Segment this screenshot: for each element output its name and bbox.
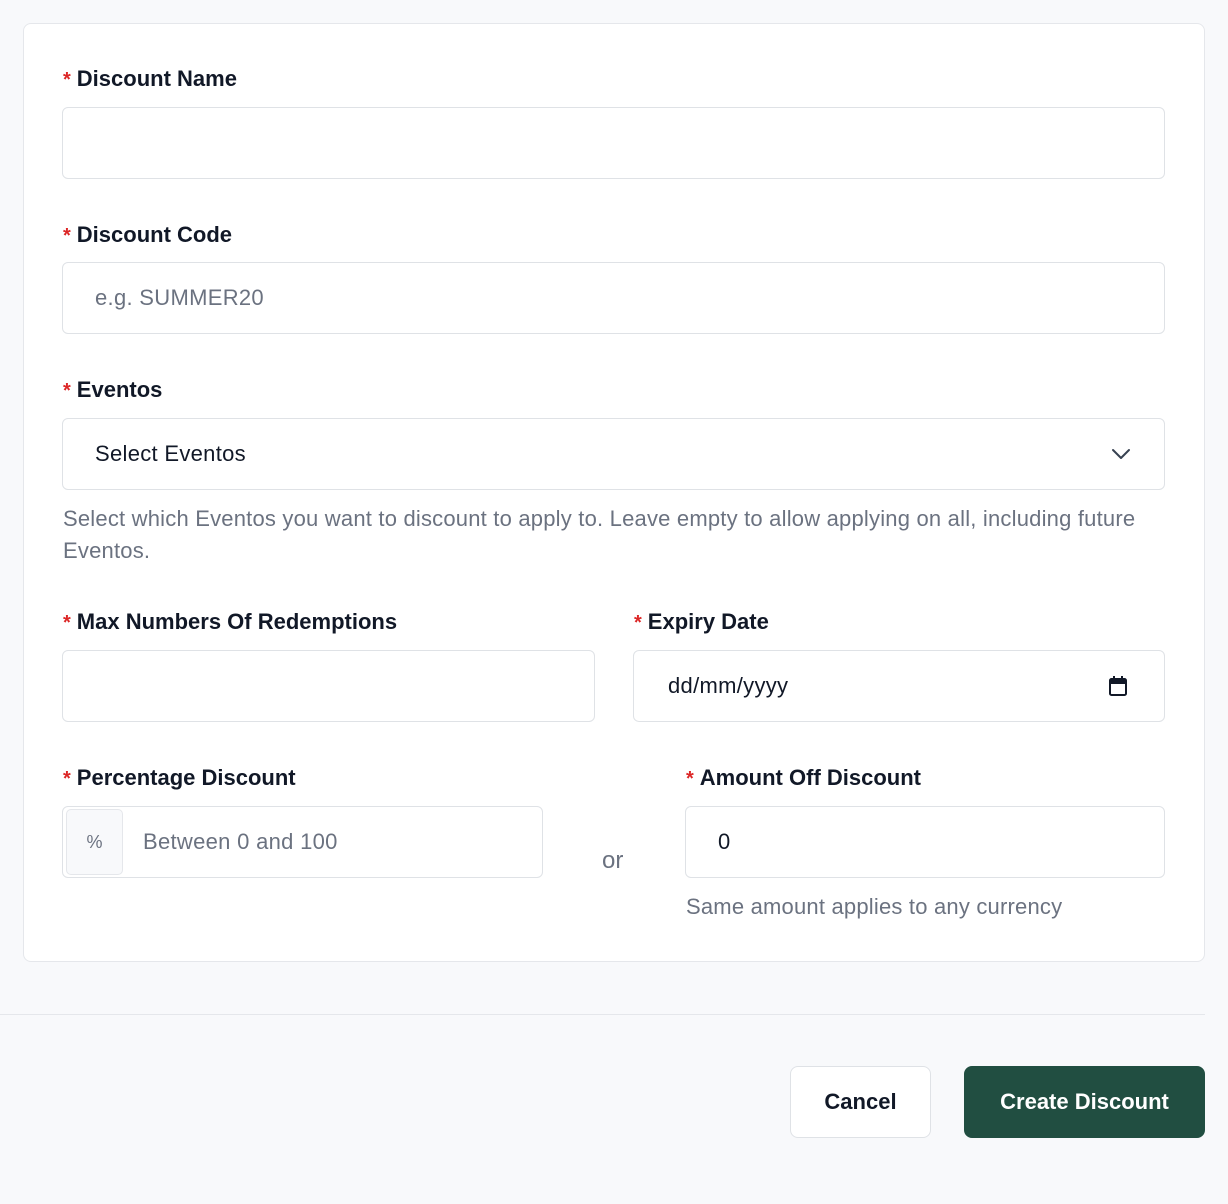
eventos-label: * Eventos <box>63 375 162 405</box>
percentage-discount-input[interactable] <box>123 807 542 877</box>
eventos-help-text: Select which Eventos you want to discoun… <box>63 506 1136 563</box>
expiry-date-label: * Expiry Date <box>634 607 769 637</box>
amount-off-field: * Amount Off Discount <box>686 763 921 793</box>
amount-off-help-text: Same amount applies to any currency <box>686 894 1063 919</box>
eventos-select[interactable]: Select Eventos <box>62 418 1165 490</box>
max-redemptions-input-wrap <box>62 650 595 722</box>
footer-divider <box>0 1014 1205 1015</box>
required-mark: * <box>63 612 71 634</box>
cancel-button[interactable]: Cancel <box>790 1066 931 1138</box>
percent-addon: % <box>66 809 123 875</box>
percent-icon: % <box>86 831 103 852</box>
required-mark: * <box>63 768 71 790</box>
discount-code-label: * Discount Code <box>63 220 232 250</box>
amount-off-label: * Amount Off Discount <box>686 763 921 793</box>
expiry-date-value: dd/mm/yyyy <box>668 673 789 698</box>
discount-name-label: * Discount Name <box>63 64 237 94</box>
expiry-date-field: * Expiry Date <box>634 607 769 637</box>
amount-off-input-wrap <box>685 806 1165 878</box>
required-mark: * <box>686 768 694 790</box>
or-separator: or <box>602 847 624 874</box>
chevron-down-icon <box>1112 449 1130 459</box>
required-mark: * <box>63 69 71 91</box>
discount-name-input[interactable] <box>63 108 1164 178</box>
required-mark: * <box>63 225 71 247</box>
discount-code-input-wrap <box>62 262 1165 334</box>
create-discount-button[interactable]: Create Discount <box>964 1066 1205 1138</box>
max-redemptions-field: * Max Numbers Of Redemptions <box>63 607 397 637</box>
discount-code-input[interactable] <box>63 263 1164 333</box>
calendar-icon[interactable] <box>1108 675 1128 697</box>
required-mark: * <box>634 612 642 634</box>
percentage-discount-field: * Percentage Discount <box>63 763 296 793</box>
discount-name-field: * Discount Name <box>63 64 237 94</box>
max-redemptions-label: * Max Numbers Of Redemptions <box>63 607 397 637</box>
percentage-discount-input-wrap: % <box>62 806 543 878</box>
required-mark: * <box>63 380 71 402</box>
discount-form-card: * Discount Name * Discount Code * Evento… <box>23 23 1205 962</box>
percentage-discount-label: * Percentage Discount <box>63 763 296 793</box>
amount-off-input[interactable] <box>686 807 1164 877</box>
eventos-select-value: Select Eventos <box>95 441 246 466</box>
max-redemptions-input[interactable] <box>63 651 594 721</box>
discount-name-input-wrap <box>62 107 1165 179</box>
discount-code-field: * Discount Code <box>63 220 232 250</box>
eventos-field: * Eventos <box>63 375 162 405</box>
expiry-date-input[interactable]: dd/mm/yyyy <box>633 650 1165 722</box>
